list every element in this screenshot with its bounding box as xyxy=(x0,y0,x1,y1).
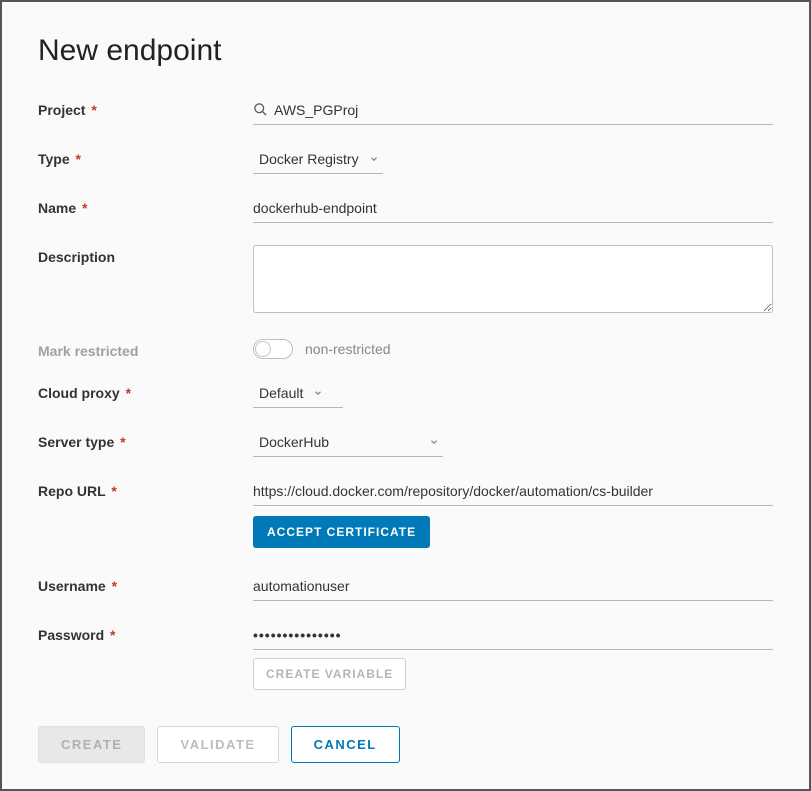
label-description-text: Description xyxy=(38,249,115,265)
label-description: Description xyxy=(38,245,253,265)
cloud-proxy-value: Default xyxy=(259,385,303,401)
dialog-footer: CREATE VALIDATE CANCEL xyxy=(38,726,773,763)
description-textarea[interactable] xyxy=(253,245,773,313)
required-asterisk: * xyxy=(110,627,115,643)
label-server-type-text: Server type xyxy=(38,434,114,450)
restricted-toggle[interactable] xyxy=(253,339,293,359)
required-asterisk: * xyxy=(91,102,96,118)
row-name: Name * xyxy=(38,196,773,223)
row-server-type: Server type * DockerHub xyxy=(38,430,773,457)
required-asterisk: * xyxy=(82,200,87,216)
row-type: Type * Docker Registry xyxy=(38,147,773,174)
row-cloud-proxy: Cloud proxy * Default xyxy=(38,381,773,408)
cloud-proxy-select[interactable]: Default xyxy=(253,381,343,408)
validate-button[interactable]: VALIDATE xyxy=(157,726,278,763)
toggle-knob xyxy=(255,341,271,357)
required-asterisk: * xyxy=(126,385,131,401)
search-icon xyxy=(253,102,274,120)
label-cloud-proxy-text: Cloud proxy xyxy=(38,385,120,401)
label-mark-restricted: Mark restricted xyxy=(38,339,253,359)
row-mark-restricted: Mark restricted non-restricted xyxy=(38,339,773,359)
restricted-state-label: non-restricted xyxy=(305,341,391,357)
label-server-type: Server type * xyxy=(38,430,253,450)
project-search-wrap[interactable] xyxy=(253,98,773,125)
required-asterisk: * xyxy=(76,151,81,167)
label-type-text: Type xyxy=(38,151,70,167)
type-select[interactable]: Docker Registry xyxy=(253,147,383,174)
row-project: Project * xyxy=(38,98,773,125)
cancel-button[interactable]: CANCEL xyxy=(291,726,400,763)
required-asterisk: * xyxy=(120,434,125,450)
label-password-text: Password xyxy=(38,627,104,643)
label-password: Password * xyxy=(38,623,253,643)
server-type-value: DockerHub xyxy=(259,434,329,450)
password-input[interactable] xyxy=(253,623,773,650)
page-title: New endpoint xyxy=(38,34,773,68)
create-variable-button[interactable]: CREATE VARIABLE xyxy=(253,658,406,690)
required-asterisk: * xyxy=(112,578,117,594)
row-repo-url: Repo URL * ACCEPT CERTIFICATE xyxy=(38,479,773,548)
repo-url-input[interactable] xyxy=(253,479,773,506)
label-type: Type * xyxy=(38,147,253,167)
create-button[interactable]: CREATE xyxy=(38,726,145,763)
accept-certificate-button[interactable]: ACCEPT CERTIFICATE xyxy=(253,516,430,548)
project-input[interactable] xyxy=(274,98,773,124)
chevron-down-icon xyxy=(369,154,379,164)
row-description: Description xyxy=(38,245,773,313)
type-select-value: Docker Registry xyxy=(259,151,359,167)
new-endpoint-dialog: New endpoint Project * Type * Doc xyxy=(0,0,811,791)
username-input[interactable] xyxy=(253,574,773,601)
chevron-down-icon xyxy=(429,437,439,447)
label-username: Username * xyxy=(38,574,253,594)
name-input[interactable] xyxy=(253,196,773,223)
label-project: Project * xyxy=(38,98,253,118)
label-repo-url: Repo URL * xyxy=(38,479,253,499)
row-username: Username * xyxy=(38,574,773,601)
label-name-text: Name xyxy=(38,200,76,216)
restricted-toggle-wrap: non-restricted xyxy=(253,339,391,359)
label-username-text: Username xyxy=(38,578,106,594)
chevron-down-icon xyxy=(313,388,323,398)
row-password: Password * CREATE VARIABLE xyxy=(38,623,773,690)
label-mark-restricted-text: Mark restricted xyxy=(38,343,138,359)
required-asterisk: * xyxy=(111,483,116,499)
label-cloud-proxy: Cloud proxy * xyxy=(38,381,253,401)
label-name: Name * xyxy=(38,196,253,216)
server-type-select[interactable]: DockerHub xyxy=(253,430,443,457)
label-project-text: Project xyxy=(38,102,85,118)
label-repo-url-text: Repo URL xyxy=(38,483,105,499)
